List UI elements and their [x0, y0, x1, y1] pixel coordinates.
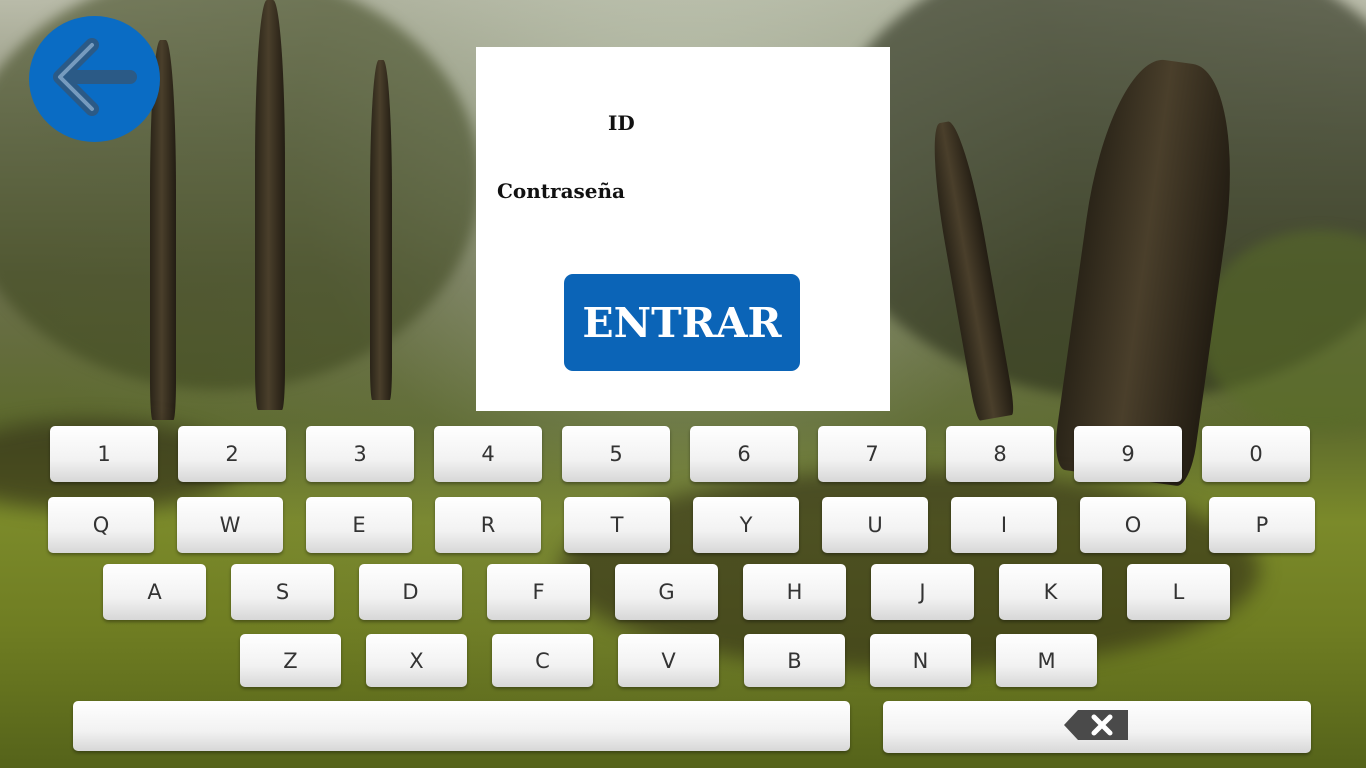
key-g[interactable]: G — [615, 564, 718, 620]
key-m[interactable]: M — [996, 634, 1097, 687]
key-y[interactable]: Y — [693, 497, 799, 553]
key-k[interactable]: K — [999, 564, 1102, 620]
key-4[interactable]: 4 — [434, 426, 542, 482]
key-q[interactable]: Q — [48, 497, 154, 553]
key-f[interactable]: F — [487, 564, 590, 620]
backspace-icon — [1062, 708, 1132, 747]
key-b[interactable]: B — [744, 634, 845, 687]
key-6[interactable]: 6 — [690, 426, 798, 482]
back-button[interactable] — [29, 16, 160, 142]
arrow-left-icon — [52, 37, 138, 121]
key-3[interactable]: 3 — [306, 426, 414, 482]
key-u[interactable]: U — [822, 497, 928, 553]
key-1[interactable]: 1 — [50, 426, 158, 482]
password-label: Contraseña — [497, 179, 626, 203]
key-j[interactable]: J — [871, 564, 974, 620]
space-key[interactable] — [73, 701, 850, 751]
key-d[interactable]: D — [359, 564, 462, 620]
key-0[interactable]: 0 — [1202, 426, 1310, 482]
id-label: ID — [608, 111, 635, 135]
key-9[interactable]: 9 — [1074, 426, 1182, 482]
key-5[interactable]: 5 — [562, 426, 670, 482]
key-i[interactable]: I — [951, 497, 1057, 553]
key-a[interactable]: A — [103, 564, 206, 620]
key-l[interactable]: L — [1127, 564, 1230, 620]
key-h[interactable]: H — [743, 564, 846, 620]
key-s[interactable]: S — [231, 564, 334, 620]
key-8[interactable]: 8 — [946, 426, 1054, 482]
key-z[interactable]: Z — [240, 634, 341, 687]
key-p[interactable]: P — [1209, 497, 1315, 553]
key-o[interactable]: O — [1080, 497, 1186, 553]
key-v[interactable]: V — [618, 634, 719, 687]
key-e[interactable]: E — [306, 497, 412, 553]
key-r[interactable]: R — [435, 497, 541, 553]
key-t[interactable]: T — [564, 497, 670, 553]
key-w[interactable]: W — [177, 497, 283, 553]
login-panel: ID Contraseña ENTRAR — [476, 47, 890, 411]
key-2[interactable]: 2 — [178, 426, 286, 482]
key-7[interactable]: 7 — [818, 426, 926, 482]
key-x[interactable]: X — [366, 634, 467, 687]
key-c[interactable]: C — [492, 634, 593, 687]
key-n[interactable]: N — [870, 634, 971, 687]
enter-button[interactable]: ENTRAR — [564, 274, 800, 371]
backspace-key[interactable] — [883, 701, 1311, 753]
